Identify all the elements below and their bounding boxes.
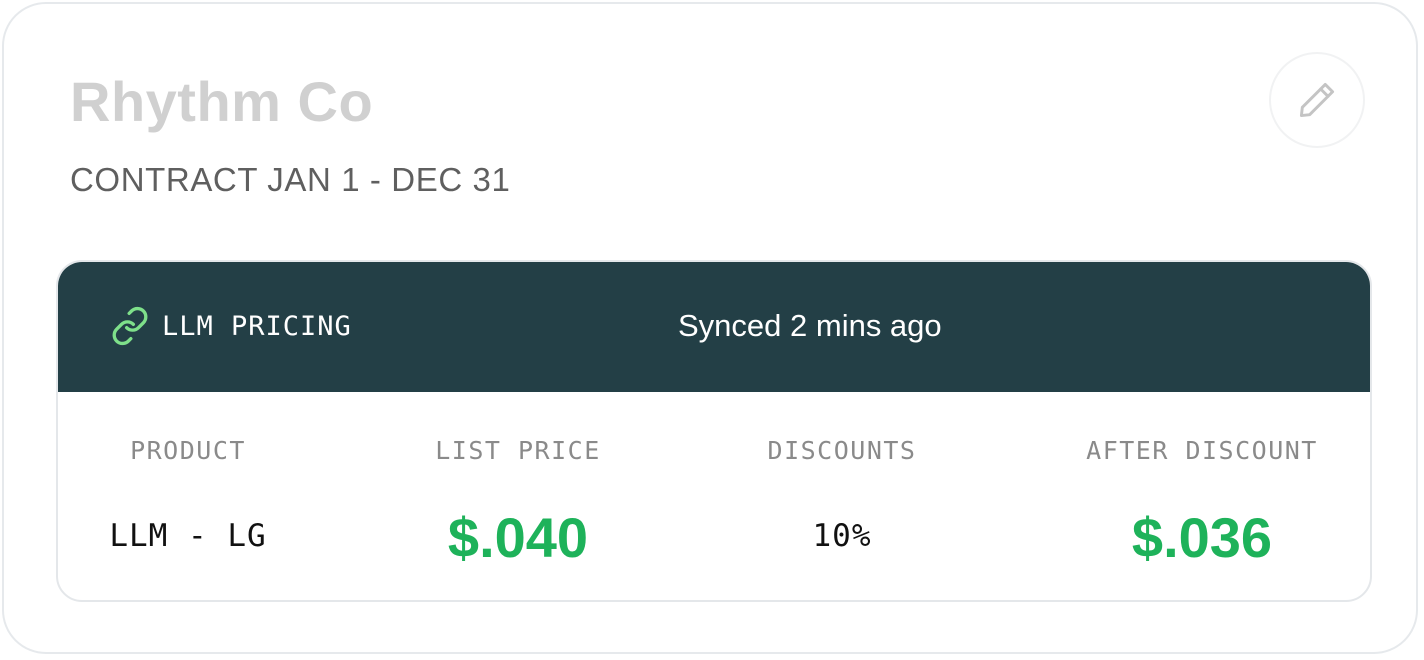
pricing-panel: LLM PRICING Synced 2 mins ago PRODUCT LI… bbox=[56, 260, 1372, 602]
link-icon bbox=[108, 306, 152, 346]
after-discount-value: $.036 bbox=[1131, 506, 1273, 569]
company-name: Rhythm Co bbox=[70, 70, 374, 133]
list-price-value: $.040 bbox=[447, 506, 589, 569]
contract-card: Rhythm Co CONTRACT JAN 1 - DEC 31 LLM PR… bbox=[2, 2, 1418, 654]
column-header-after-discount: AFTER DISCOUNT bbox=[1086, 436, 1318, 465]
column-header-discounts: DISCOUNTS bbox=[767, 436, 917, 465]
discount-value: 10% bbox=[812, 518, 872, 554]
edit-button[interactable] bbox=[1269, 52, 1365, 148]
pricing-link[interactable]: LLM PRICING bbox=[108, 306, 352, 346]
pricing-title: LLM PRICING bbox=[162, 310, 352, 342]
pricing-header: LLM PRICING Synced 2 mins ago bbox=[58, 262, 1370, 392]
column-header-list-price: LIST PRICE bbox=[435, 436, 601, 465]
sync-status: Synced 2 mins ago bbox=[678, 308, 942, 343]
contract-period: CONTRACT JAN 1 - DEC 31 bbox=[70, 161, 511, 198]
pencil-icon bbox=[1299, 82, 1335, 118]
column-header-product: PRODUCT bbox=[130, 436, 246, 465]
product-name: LLM - LG bbox=[109, 518, 267, 554]
